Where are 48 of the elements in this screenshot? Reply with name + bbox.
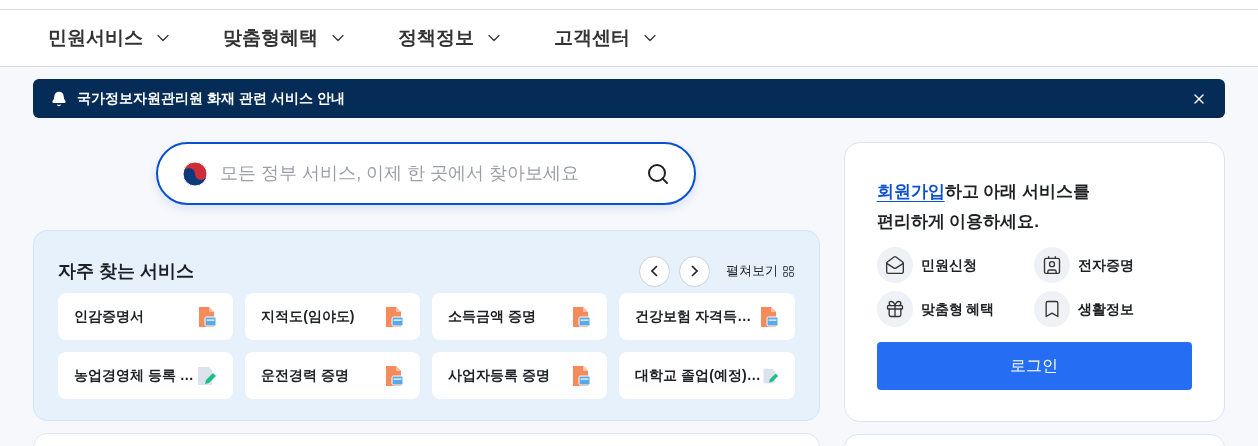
pdf-file-icon <box>197 305 218 328</box>
grid-icon <box>781 264 795 278</box>
bookmark-icon <box>1034 291 1071 327</box>
service-label: 전자증명 <box>1078 255 1135 275</box>
chevron-right-icon <box>690 265 698 277</box>
signup-link[interactable]: 회원가입 <box>876 182 945 201</box>
service-tile[interactable]: 운전경력 증명 <box>245 352 421 399</box>
quick-service-link[interactable]: 맞춤형 혜택 <box>876 291 1035 327</box>
nav-menu-item[interactable]: 고객센터 <box>554 23 660 53</box>
pdf-file-icon <box>384 305 405 328</box>
mail-icon <box>876 247 913 283</box>
search-icon[interactable] <box>646 161 671 186</box>
service-tile[interactable]: 농업경영체 등록 … <box>58 352 234 399</box>
notice-text: 국가정보자원관리원 화재 관련 서비스 안내 <box>77 89 345 108</box>
taegeuk-logo-icon <box>182 160 209 187</box>
nav-menu-item[interactable]: 맞춤형혜택 <box>223 23 348 53</box>
next-button[interactable] <box>678 255 710 287</box>
pdf-file-icon <box>384 364 405 387</box>
quick-service-link[interactable]: 생활정보 <box>1034 291 1192 327</box>
pdf-file-icon <box>571 364 592 387</box>
bell-icon <box>51 90 67 107</box>
service-tile[interactable]: 소득금액 증명 <box>432 293 608 340</box>
login-button[interactable]: 로그인 <box>876 342 1192 390</box>
service-tile[interactable]: 대학교 졸업(예정)… <box>619 352 795 399</box>
service-tile[interactable]: 사업자등록 증명 <box>432 352 608 399</box>
service-label: 맞춤형 혜택 <box>920 299 995 319</box>
quick-service-link[interactable]: 전자증명 <box>1034 247 1192 283</box>
search-input[interactable]: 모든 정부 서비스, 이제 한 곳에서 찾아보세요 <box>220 160 647 187</box>
service-tile[interactable]: 건강보험 자격득… <box>619 293 795 340</box>
id-card-icon <box>1034 247 1071 283</box>
service-label: 민원신청 <box>920 255 977 275</box>
previous-button[interactable] <box>638 255 670 287</box>
service-tile[interactable]: 지적도(임야도) <box>245 293 421 340</box>
gift-icon <box>876 291 913 327</box>
pdf-file-icon <box>758 305 779 328</box>
chevron-left-icon <box>650 265 658 277</box>
search-field[interactable]: 모든 정부 서비스, 이제 한 곳에서 찾아보세요 <box>156 142 697 205</box>
expand-view-button[interactable]: 펼쳐보기 <box>725 261 795 281</box>
signup-prompt: 회원가입하고 아래 서비스를 편리하게 이용하세요. <box>876 181 1092 233</box>
quick-service-link[interactable]: 민원신청 <box>876 247 1035 283</box>
service-tile[interactable]: 인감증명서 <box>58 293 234 340</box>
section-title: 자주 찾는 서비스 <box>58 259 194 283</box>
edit-document-icon <box>195 364 218 387</box>
pdf-file-icon <box>571 305 592 328</box>
nav-menu-item[interactable]: 정책정보 <box>398 23 504 53</box>
notice-banner[interactable]: 국가정보자원관리원 화재 관련 서비스 안내 <box>33 79 1225 118</box>
nav-menu-item[interactable]: 민원서비스 <box>48 23 173 53</box>
service-label: 생활정보 <box>1078 299 1135 319</box>
